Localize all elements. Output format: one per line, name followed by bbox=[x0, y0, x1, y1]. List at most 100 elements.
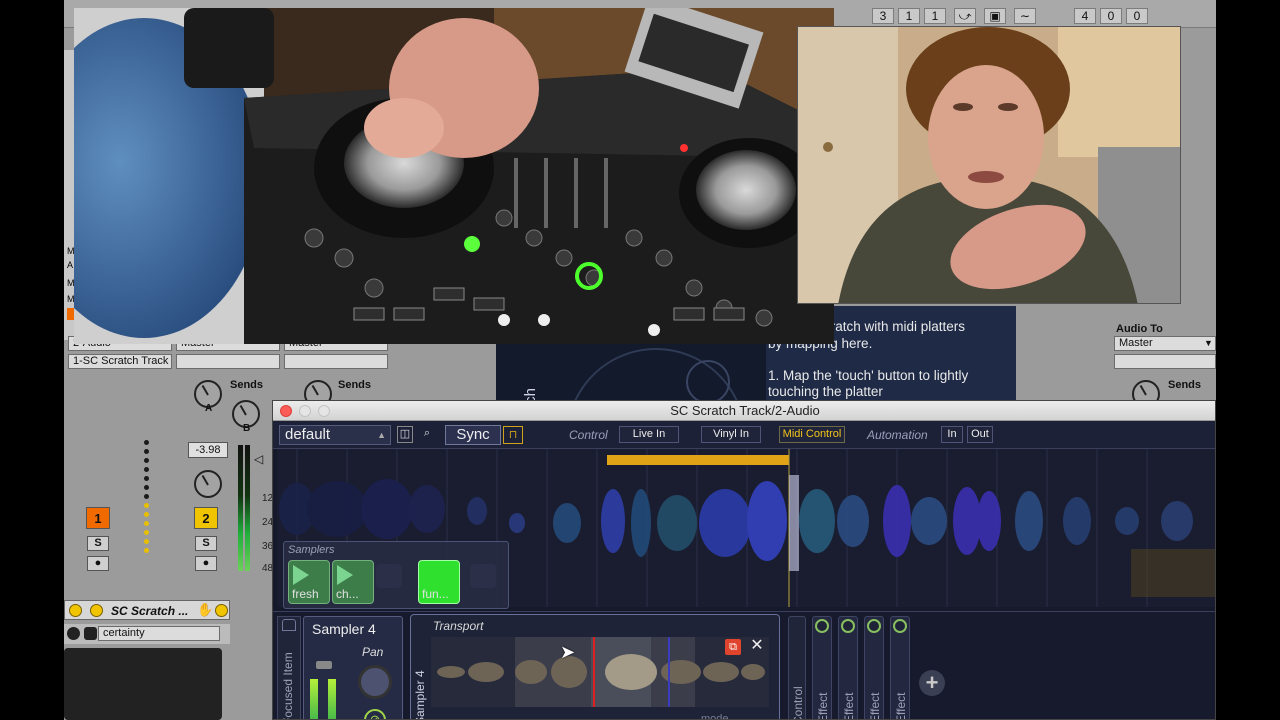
device-fold-icon[interactable] bbox=[215, 604, 228, 617]
level-meter-right bbox=[245, 445, 250, 571]
audio-to-select[interactable]: Master bbox=[1114, 336, 1216, 351]
pan-knob[interactable] bbox=[358, 665, 392, 699]
sampler-name: Sampler 4 bbox=[312, 621, 376, 637]
loop-icon[interactable]: ⤻ bbox=[954, 8, 976, 24]
audio-to-label: Audio To bbox=[1116, 323, 1163, 335]
window-titlebar[interactable]: SC Scratch Track/2-Audio bbox=[273, 401, 1215, 421]
arm-button-2[interactable]: ● bbox=[195, 556, 217, 571]
dj-controller-video bbox=[74, 8, 834, 344]
lock-icon[interactable] bbox=[282, 619, 296, 631]
lock-icon[interactable]: ⊓ bbox=[503, 426, 523, 444]
pad-label-ch: ch... bbox=[336, 587, 359, 601]
instructions-line4: touching the platter bbox=[768, 384, 883, 399]
device-title: SC Scratch ... bbox=[111, 604, 189, 618]
input-channel-select[interactable]: 1-SC Scratch Track bbox=[68, 354, 172, 369]
effect-power-knob[interactable] bbox=[815, 619, 829, 633]
certainty-dot-icon[interactable] bbox=[67, 627, 80, 640]
device-wrench-icon[interactable] bbox=[90, 604, 103, 617]
loop-length-sixteenth[interactable]: 0 bbox=[1126, 8, 1148, 24]
certainty-lock-icon[interactable] bbox=[84, 627, 97, 640]
sampler-pad-empty[interactable] bbox=[376, 564, 402, 588]
sc-scratch-window: SC Scratch Track/2-Audio default ▲ ◫ ⌕ S… bbox=[272, 400, 1216, 720]
sampler-pad-fresh[interactable]: fresh bbox=[288, 560, 330, 604]
effect-label-2: Effect bbox=[842, 692, 856, 720]
focused-item-label: Focused Item bbox=[281, 652, 295, 720]
preset-select[interactable]: default ▲ bbox=[279, 425, 391, 445]
dj-controller-illustration bbox=[74, 8, 834, 344]
sampler-meter-left bbox=[310, 679, 318, 719]
draw-icon[interactable]: ∼ bbox=[1014, 8, 1036, 24]
loop-length-bar[interactable]: 4 bbox=[1074, 8, 1096, 24]
effect-power-knob[interactable] bbox=[867, 619, 881, 633]
plugin-toolbar: default ▲ ◫ ⌕ Sync ⊓ Control Live In Vin… bbox=[273, 421, 1215, 449]
certainty-field[interactable]: certainty bbox=[98, 626, 220, 641]
pad-label-fresh: fresh bbox=[292, 587, 319, 601]
sampler-pad-ch[interactable]: ch... bbox=[332, 560, 374, 604]
transport-waveform-graphic bbox=[437, 637, 765, 707]
volume-value-field[interactable]: -3.98 bbox=[188, 442, 228, 458]
search-icon[interactable]: ⌕ bbox=[419, 426, 435, 443]
level-meter-left bbox=[238, 445, 243, 571]
transport-waveform[interactable] bbox=[431, 637, 769, 707]
control-label: Control bbox=[569, 428, 608, 442]
track-activator-1[interactable]: 1 bbox=[86, 507, 110, 529]
sampler-pad-fun[interactable]: fun... bbox=[418, 560, 460, 604]
sampler-pad-empty[interactable] bbox=[470, 564, 496, 588]
transport-panel: Transport Sampler 4 ⧉ ✕ mode bbox=[410, 614, 780, 720]
effect-slot-3[interactable]: Effect bbox=[864, 616, 884, 720]
sampler-volume-fader[interactable] bbox=[316, 661, 332, 669]
effect-power-knob[interactable] bbox=[893, 619, 907, 633]
effect-slot-1[interactable]: Effect bbox=[812, 616, 832, 720]
solo-button-1[interactable]: S bbox=[87, 536, 109, 551]
track-activator-2[interactable]: 2 bbox=[194, 507, 218, 529]
play-icon bbox=[337, 565, 353, 585]
chevron-down-icon[interactable]: ▼ bbox=[1204, 338, 1213, 348]
vinyl-in-button[interactable]: Vinyl In bbox=[701, 426, 761, 443]
mute-icon[interactable]: ⊘ bbox=[364, 709, 386, 719]
meter-arrow-icon[interactable]: ◁ bbox=[254, 452, 263, 466]
close-icon[interactable]: ✕ bbox=[749, 637, 765, 655]
device-title-bar: SC Scratch ... ✋ bbox=[64, 600, 230, 620]
device-display-area bbox=[64, 648, 222, 720]
effect-slot-2[interactable]: Effect bbox=[838, 616, 858, 720]
letterbox-right bbox=[1216, 0, 1280, 720]
hand-icon[interactable]: ✋ bbox=[197, 602, 213, 618]
live-in-button[interactable]: Live In bbox=[619, 426, 679, 443]
output-channel-field-a[interactable] bbox=[176, 354, 280, 369]
add-effect-button[interactable]: + bbox=[919, 670, 945, 696]
transport-bar-number[interactable]: 3 bbox=[872, 8, 894, 24]
midi-control-button[interactable]: Midi Control bbox=[779, 426, 845, 443]
solo-button-2[interactable]: S bbox=[195, 536, 217, 551]
punch-icon[interactable]: ▣ bbox=[984, 8, 1006, 24]
sync-button[interactable]: Sync bbox=[445, 425, 501, 445]
transport-sixteenth-number[interactable]: 1 bbox=[924, 8, 946, 24]
effect-power-knob[interactable] bbox=[841, 619, 855, 633]
window-title: SC Scratch Track/2-Audio bbox=[670, 403, 820, 418]
send-a-letter: A bbox=[205, 403, 213, 414]
sampler-4-panel: Sampler 4 Pan ⊘ bbox=[303, 616, 403, 719]
play-icon bbox=[293, 565, 309, 585]
automation-out-button[interactable]: Out bbox=[967, 426, 993, 443]
platter-knob-graphic bbox=[686, 360, 730, 404]
effect-label-1: Effect bbox=[816, 692, 830, 720]
device-power-icon[interactable] bbox=[69, 604, 82, 617]
preset-value: default bbox=[285, 426, 331, 443]
save-preset-icon[interactable]: ◫ bbox=[397, 426, 413, 443]
automation-in-button[interactable]: In bbox=[941, 426, 963, 443]
mode-label: mode bbox=[701, 713, 729, 720]
audio-to-channel-field[interactable] bbox=[1114, 354, 1216, 369]
bottom-panel: Focused Item Sampler 4 Pan ⊘ Transport S… bbox=[273, 611, 1215, 720]
loop-toggle-icon[interactable]: ⧉ bbox=[725, 639, 741, 655]
effect-label-3: Effect bbox=[868, 692, 882, 720]
loop-length-beat[interactable]: 0 bbox=[1100, 8, 1122, 24]
mouse-cursor-icon: ➤ bbox=[560, 642, 576, 662]
focused-item-column: Focused Item bbox=[277, 616, 301, 720]
pad-label-fun: fun... bbox=[422, 587, 449, 601]
arm-button-1[interactable]: ● bbox=[87, 556, 109, 571]
pan-label: Pan bbox=[362, 645, 384, 659]
automation-label: Automation bbox=[867, 428, 928, 442]
pan-knob[interactable] bbox=[194, 470, 222, 498]
transport-beat-number[interactable]: 1 bbox=[898, 8, 920, 24]
effect-slot-4[interactable]: Effect bbox=[890, 616, 910, 719]
output-channel-field-b[interactable] bbox=[284, 354, 388, 369]
